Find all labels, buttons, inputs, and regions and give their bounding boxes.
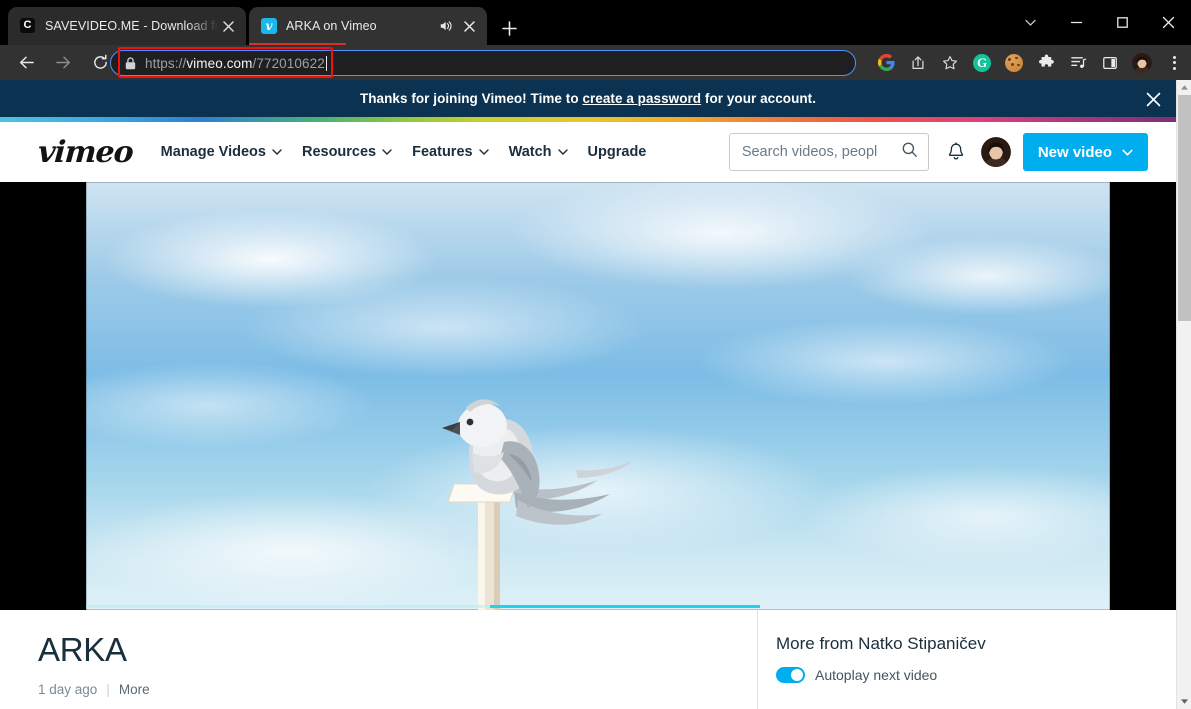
nav-item-features[interactable]: Features (402, 144, 498, 160)
address-bar[interactable]: https://vimeo.com/772010622 (110, 50, 856, 76)
scroll-up-arrow-icon[interactable] (1177, 80, 1191, 95)
site-header: vimeo Manage Videos Resources Features W… (0, 122, 1176, 182)
grammarly-icon[interactable]: G (967, 48, 997, 78)
nav-label: Features (412, 144, 473, 160)
browser-tab-vimeo[interactable]: v ARKA on Vimeo (249, 7, 487, 45)
tab-title: SAVEVIDEO.ME - Download from (45, 19, 218, 33)
banner-message: Thanks for joining Vimeo! Time to create… (360, 91, 816, 106)
video-details: ARKA 1 day ago | More More from Natko St… (0, 610, 1176, 709)
more-from-heading: More from Natko Stipaničev (776, 634, 986, 653)
web-page: Thanks for joining Vimeo! Time to create… (0, 80, 1191, 709)
video-player[interactable] (0, 182, 1176, 610)
minimize-icon[interactable] (1053, 0, 1099, 45)
page-scrollbar[interactable] (1176, 80, 1191, 709)
primary-nav: Manage Videos Resources Features Watch U… (151, 144, 657, 160)
autoplay-toggle[interactable] (776, 667, 805, 683)
close-window-icon[interactable] (1145, 0, 1191, 45)
new-video-button[interactable]: New video (1022, 133, 1148, 171)
vimeo-favicon: v (261, 18, 277, 34)
back-button[interactable] (10, 47, 42, 79)
scroll-down-arrow-icon[interactable] (1177, 694, 1191, 709)
url-path: /772010622 (252, 55, 325, 71)
search-icon[interactable] (901, 141, 918, 163)
bird-illustration (426, 382, 686, 610)
savevideo-favicon: C (20, 18, 36, 34)
nav-label: Resources (301, 144, 377, 160)
chrome-menu-button[interactable] (1159, 48, 1189, 78)
chevron-down-icon (1122, 144, 1133, 161)
toolbar-actions: G (871, 45, 1191, 80)
vimeo-favicon-glyph: v (261, 18, 277, 34)
share-icon[interactable] (903, 48, 933, 78)
cookie-icon[interactable] (999, 48, 1029, 78)
bookmark-star-icon[interactable] (935, 48, 965, 78)
url-domain: vimeo.com (186, 55, 253, 71)
url-scheme: https:// (145, 55, 187, 71)
tab-strip: C SAVEVIDEO.ME - Download from v ARKA on… (0, 0, 1191, 46)
banner-text-before: Thanks for joining Vimeo! Time to (359, 91, 583, 106)
side-panel-icon[interactable] (1095, 48, 1125, 78)
chevron-down-icon (272, 144, 282, 160)
meta-separator: | (106, 682, 110, 698)
grammarly-glyph: G (973, 53, 991, 72)
nav-label: Upgrade (587, 144, 647, 160)
page-title: ARKA (38, 631, 127, 668)
chevron-down-icon (557, 144, 568, 160)
lock-icon (125, 56, 136, 70)
create-password-link[interactable]: create a password (582, 91, 701, 106)
nav-label: Watch (508, 144, 552, 160)
browser-toolbar: https://vimeo.com/772010622 G (0, 45, 1191, 80)
close-icon[interactable] (218, 16, 238, 36)
autoplay-label: Autoplay next video (815, 667, 938, 683)
vimeo-logo[interactable]: vimeo (37, 135, 134, 170)
header-actions: New video (728, 133, 1176, 171)
account-banner: Thanks for joining Vimeo! Time to create… (0, 80, 1176, 117)
forward-button[interactable] (47, 47, 79, 79)
banner-close-icon[interactable] (1144, 90, 1162, 108)
chevron-down-icon (478, 144, 489, 160)
banner-text-after: for your account. (701, 91, 817, 106)
video-info: ARKA 1 day ago | More (0, 610, 757, 709)
notifications-bell-icon[interactable] (937, 141, 975, 163)
profile-avatar[interactable] (1127, 48, 1157, 78)
user-avatar[interactable] (980, 137, 1011, 167)
maximize-icon[interactable] (1099, 0, 1145, 45)
search-input[interactable] (741, 144, 901, 160)
google-icon[interactable] (871, 48, 901, 78)
search-box[interactable] (728, 133, 929, 171)
nav-label: Manage Videos (160, 144, 266, 160)
new-tab-button[interactable] (495, 14, 523, 42)
puzzle-extensions-icon[interactable] (1031, 48, 1061, 78)
upload-time: 1 day ago (38, 682, 98, 698)
new-video-label: New video (1037, 143, 1112, 161)
chevron-down-icon[interactable] (1007, 0, 1053, 45)
autoplay-row[interactable]: Autoplay next video (776, 667, 1176, 683)
address-bar-text: https://vimeo.com/772010622 (145, 55, 327, 71)
reading-list-icon[interactable] (1063, 48, 1093, 78)
video-meta: 1 day ago | More (38, 682, 757, 697)
more-link[interactable]: More (119, 682, 150, 697)
progress-bar[interactable] (490, 605, 760, 608)
tab-title: ARKA on Vimeo (286, 19, 377, 33)
window-controls (1007, 0, 1191, 45)
nav-item-manage-videos[interactable]: Manage Videos (151, 144, 292, 160)
browser-tab-savevideo[interactable]: C SAVEVIDEO.ME - Download from (8, 7, 246, 45)
browser-window: C SAVEVIDEO.ME - Download from v ARKA on… (0, 0, 1191, 709)
scrollbar-thumb[interactable] (1178, 95, 1191, 321)
nav-item-watch[interactable]: Watch (499, 144, 578, 160)
speaker-icon[interactable] (437, 17, 455, 35)
savevideo-favicon-glyph: C (20, 18, 35, 33)
nav-item-resources[interactable]: Resources (292, 144, 402, 160)
more-from-panel: More from Natko Stipaničev Autoplay next… (757, 610, 1176, 709)
close-icon[interactable] (459, 16, 479, 36)
chevron-down-icon (382, 144, 392, 160)
video-poster[interactable] (86, 182, 1110, 610)
nav-item-upgrade[interactable]: Upgrade (578, 144, 657, 160)
